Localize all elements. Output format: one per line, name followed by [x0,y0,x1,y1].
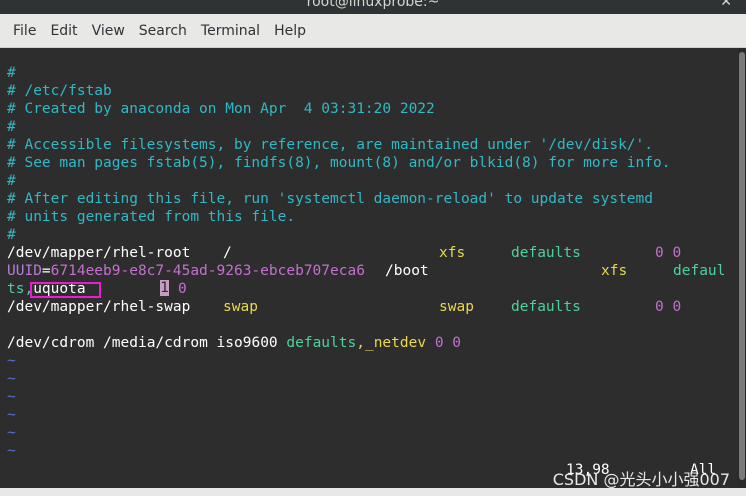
scrollbar-thumb[interactable] [739,52,745,480]
empty-line-tilde: ~ [7,353,16,369]
swap-options: defaults [511,299,581,315]
boot-pass: 0 [178,281,187,297]
empty-line-tilde: ~ [7,389,16,405]
comment-line: # See man pages fstab(5), findfs(8), mou… [7,155,671,171]
empty-line-tilde: ~ [7,407,16,423]
comment-line: # [7,119,16,135]
root-dump-pass: 0 0 [655,245,682,261]
root-mount: / [223,245,232,261]
window-titlebar: root@linuxprobe:~ ✕ [0,0,746,14]
window-bottom-border [0,488,746,496]
comment-line: # Created by anaconda on Mon Apr 4 03:31… [7,101,435,117]
watermark: CSDN @光头小小强007 [552,470,730,489]
menu-help[interactable]: Help [267,19,313,43]
comment-line: # [7,173,16,189]
menu-file[interactable]: File [6,19,43,43]
close-icon[interactable]: ✕ [720,0,732,10]
cdrom-fstype: iso9600 [216,335,278,351]
root-options: defaults [511,245,581,261]
swap-dump-pass: 0 0 [655,299,682,315]
empty-line-tilde: ~ [7,443,16,459]
boot-mount: /boot [385,263,429,279]
uuid-value: 6714eeb9-e8c7-45ad-9263-ebceb707eca6 [50,263,365,279]
menu-edit[interactable]: Edit [43,19,84,43]
root-fstype: xfs [439,245,466,261]
boot-options-part1: defaul [673,263,726,279]
uuid-eq: = [41,263,51,279]
comment-line: # [7,65,16,81]
cdrom-options-b: ,_netdev [356,335,427,351]
swap-device: /dev/mapper/rhel-swap [7,299,191,315]
menu-terminal[interactable]: Terminal [194,19,267,43]
menu-search[interactable]: Search [132,19,194,43]
empty-line-tilde: ~ [7,425,16,441]
cdrom-options-a: defaults [286,335,357,351]
comment-line: # units generated from this file. [7,209,296,225]
comment-line: # [7,227,16,243]
root-device: /dev/mapper/rhel-root [7,245,191,261]
fstab-root-line: /dev/mapper/rhel-root / xfs defaults 0 0 [7,244,681,262]
boot-fstype: xfs [601,263,628,279]
cdrom-mount: /media/cdrom [103,335,208,351]
fstab-swap-line: /dev/mapper/rhel-swap swap swap defaults 0 0 [7,298,681,316]
editor-cursor: 1 [160,280,169,296]
cdrom-device: /dev/cdrom [7,335,95,351]
fstab-boot-line: UUID=6714eeb9-e8c7-45ad-9263-ebceb707eca… [7,262,725,280]
window-title: root@linuxprobe:~ [306,0,440,10]
swap-fstype: swap [439,299,474,315]
uuid-key: UUID [7,263,42,279]
fstab-cdrom-line: /dev/cdrom /media/cdrom iso9600 defaults… [7,334,461,352]
cdrom-dump-pass: 0 0 [434,335,462,351]
menu-view[interactable]: View [85,19,132,43]
empty-line-tilde: ~ [7,371,16,387]
comment-line: # /etc/fstab [7,83,112,99]
comment-line: # After editing this file, run 'systemct… [7,191,654,207]
uquota-highlight-box [30,282,101,298]
menu-bar: File Edit View Search Terminal Help [0,14,746,48]
swap-mount: swap [223,299,258,315]
comment-line: # Accessible filesystems, by reference, … [7,137,654,153]
